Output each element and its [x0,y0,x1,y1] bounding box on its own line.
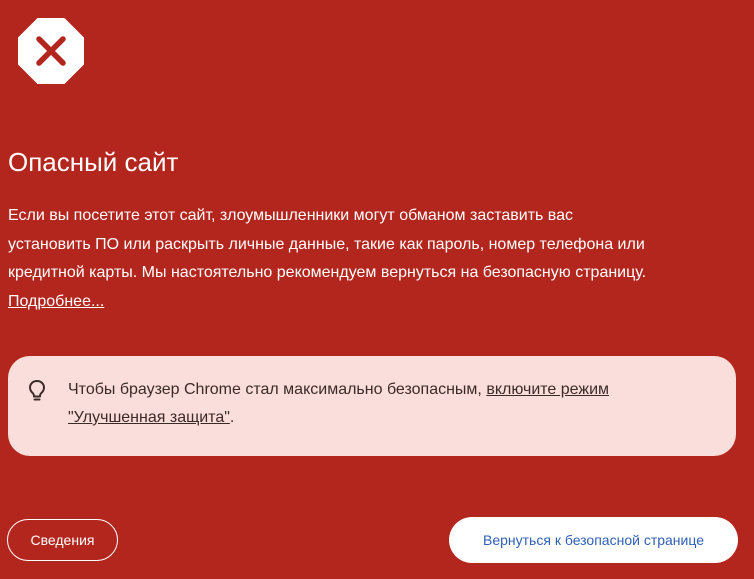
description-line-2: установить ПО или раскрыть личные данные… [8,235,645,253]
description-line-1: Если вы посетите этот сайт, злоумышленни… [8,207,574,224]
enable-enhanced-protection-link-cont[interactable]: "Улучшенная защита" [68,409,230,426]
tip-message: Чтобы браузер Chrome стал максимально бе… [68,381,487,398]
tip-text: Чтобы браузер Chrome стал максимально бе… [68,376,718,432]
details-button[interactable]: Сведения [7,519,118,561]
warning-description: Если вы посетите этот сайт, злоумышленни… [8,202,748,316]
description-line-3: кредитной карты. Мы настоятельно рекомен… [8,264,647,281]
tip-suffix: . [229,409,235,426]
enhanced-protection-tip: Чтобы браузер Chrome стал максимально бе… [8,356,736,456]
page-title: Опасный сайт [8,147,179,177]
lightbulb-icon [28,379,46,403]
enable-enhanced-protection-link[interactable]: включите режим [486,381,609,398]
learn-more-link[interactable]: Подробнее... [8,293,104,310]
back-to-safety-button[interactable]: Вернуться к безопасной странице [449,517,738,563]
warning-x-icon [18,18,84,84]
